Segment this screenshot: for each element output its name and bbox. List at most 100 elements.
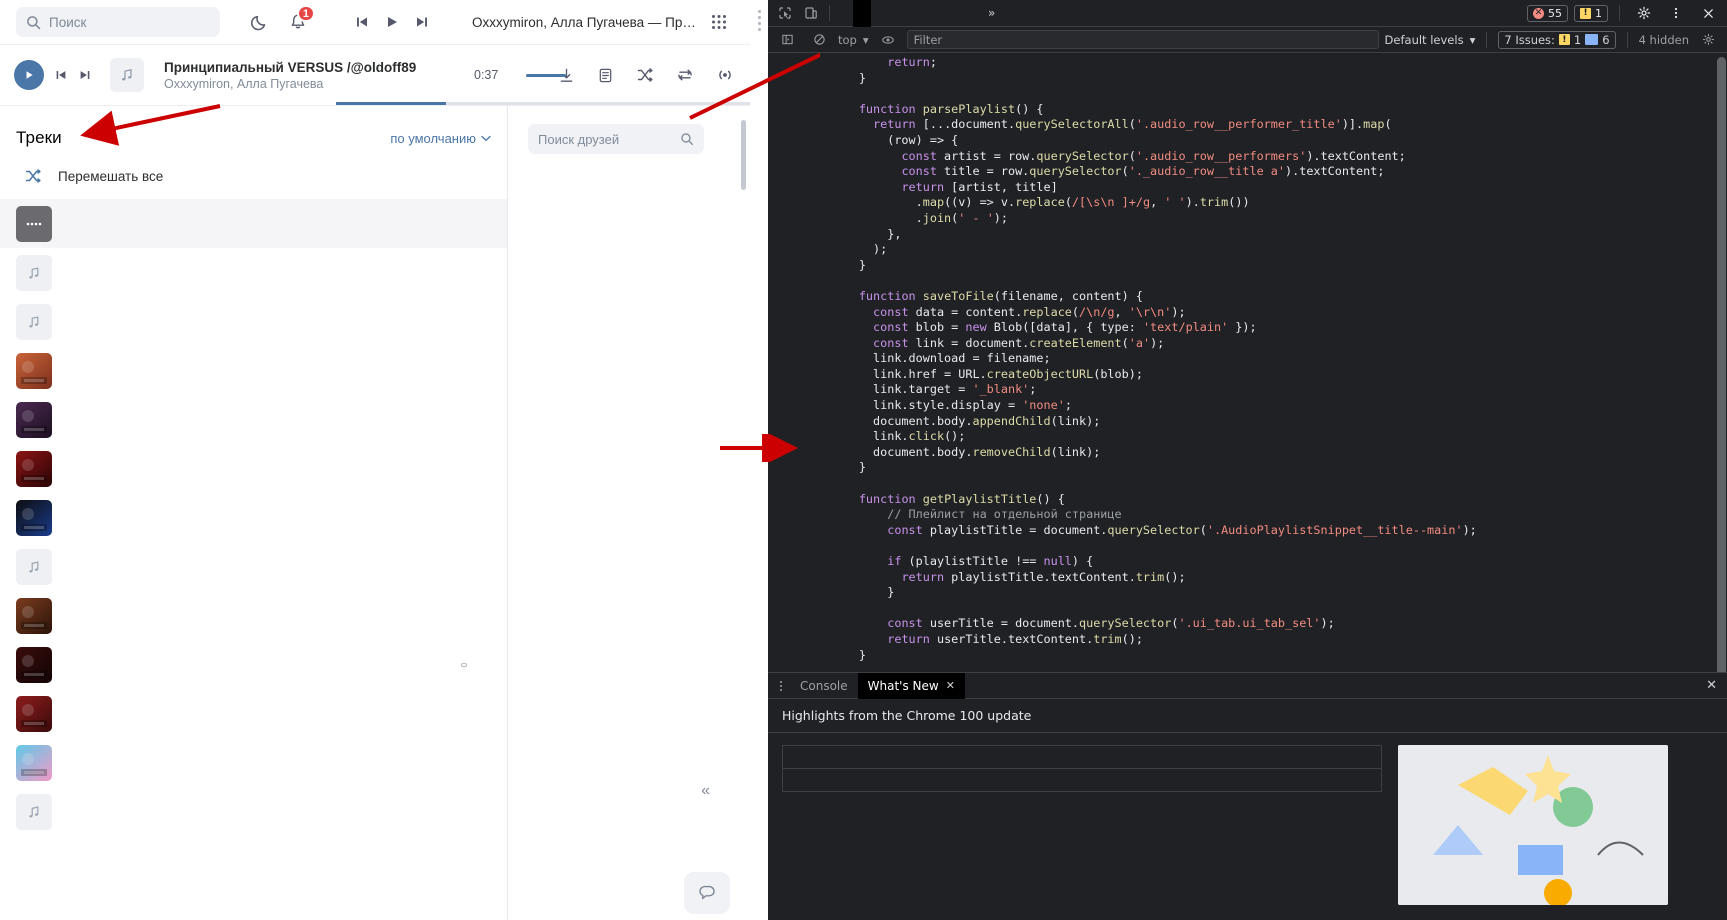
collapse-panel-icon[interactable]: « — [701, 782, 710, 800]
moon-icon[interactable] — [250, 12, 270, 32]
track-row[interactable] — [0, 346, 507, 395]
tab-sources[interactable] — [871, 0, 889, 27]
track-cover[interactable] — [16, 548, 52, 585]
track-cover[interactable] — [16, 450, 52, 487]
page-scrollbar[interactable] — [741, 120, 746, 190]
vk-top-bar: 1 Oxxxymiron, Алла Пугачева — Принци… — [0, 0, 750, 44]
issues-warning-count: 1 — [1573, 32, 1582, 47]
track-row[interactable] — [0, 640, 507, 689]
tab-memory[interactable] — [925, 0, 943, 27]
error-count-badge[interactable]: ✕ 55 — [1527, 4, 1568, 22]
player-play-button[interactable] — [14, 60, 44, 90]
search-input[interactable] — [49, 14, 210, 30]
console-sidebar-icon[interactable] — [774, 27, 800, 53]
prev-track-icon[interactable] — [354, 14, 370, 30]
friends-search-input[interactable] — [538, 131, 680, 147]
track-row[interactable] — [0, 395, 507, 444]
repeat-icon[interactable] — [676, 66, 694, 84]
track-row[interactable] — [0, 444, 507, 493]
explicit-badge — [461, 662, 467, 667]
shuffle-all-button[interactable]: Перемешать все — [0, 158, 507, 199]
track-row[interactable] — [0, 591, 507, 640]
tab-network[interactable] — [889, 0, 907, 27]
track-cover[interactable] — [16, 303, 52, 340]
shuffle-icon[interactable] — [636, 66, 654, 84]
bell-icon[interactable]: 1 — [288, 5, 315, 32]
console-toolbar: top ▾ Default levels ▾ 7 Issues: ! 1 6 — [768, 27, 1727, 53]
apps-grid-icon[interactable] — [710, 13, 728, 31]
console-scrollbar[interactable] — [1717, 57, 1726, 672]
screen-root: 1 Oxxxymiron, Алла Пугачева — Принци… — [0, 0, 1727, 920]
console-filter-input[interactable] — [913, 32, 1372, 47]
player-elapsed-time: 0:37 — [474, 68, 499, 82]
search-icon — [680, 132, 694, 146]
log-levels-dropdown[interactable]: Default levels — [1385, 33, 1464, 47]
track-cover[interactable] — [16, 793, 52, 830]
player-track-artist: Oxxxymiron, Алла Пугачева — [164, 76, 324, 91]
sort-dropdown[interactable]: по умолчанию — [390, 131, 491, 146]
close-icon[interactable] — [1695, 0, 1721, 26]
lyrics-icon[interactable] — [597, 67, 614, 84]
track-row[interactable] — [0, 787, 507, 836]
console-code-wrap: return; } function parsePlaylist() { ret… — [802, 53, 1727, 672]
track-cover[interactable] — [16, 744, 52, 781]
console-settings-gear-icon[interactable] — [1695, 27, 1721, 53]
tab-console[interactable] — [853, 0, 871, 27]
track-cover[interactable] — [16, 401, 52, 438]
track-cover[interactable] — [16, 695, 52, 732]
play-icon[interactable] — [384, 14, 400, 30]
more-tabs-icon[interactable]: » — [979, 0, 1004, 27]
hidden-messages-count: 4 hidden — [1638, 32, 1689, 47]
tab-application[interactable] — [943, 0, 961, 27]
chevron-down-icon[interactable]: ▾ — [863, 33, 869, 47]
track-cover[interactable] — [16, 646, 52, 683]
player-next-icon[interactable] — [78, 68, 92, 82]
chevron-down-icon[interactable]: ▾ — [1470, 33, 1476, 47]
track-progress-bar[interactable] — [336, 102, 750, 105]
error-icon: ✕ — [1533, 7, 1544, 19]
broadcast-icon[interactable] — [716, 66, 734, 84]
devtools-drag-rail[interactable] — [750, 0, 768, 920]
close-icon[interactable]: ✕ — [946, 673, 955, 699]
device-toolbar-icon[interactable] — [798, 0, 824, 26]
track-row[interactable] — [0, 493, 507, 542]
drawer-menu-icon[interactable] — [772, 680, 790, 692]
drawer-tab-whats-new[interactable]: What's New ✕ — [857, 672, 965, 699]
track-row[interactable] — [0, 542, 507, 591]
drawer-close-icon[interactable]: ✕ — [1706, 678, 1727, 693]
track-row[interactable] — [0, 248, 507, 297]
warning-icon: ! — [1558, 34, 1570, 45]
track-row[interactable] — [0, 689, 507, 738]
chat-button[interactable] — [684, 872, 730, 914]
shuffle-icon — [24, 167, 42, 185]
friends-search-box[interactable] — [528, 124, 704, 154]
audio-player-bar: Принципиальный VERSUS /@oldoff89 Oxxxymi… — [0, 44, 750, 106]
kebab-menu-icon[interactable] — [1663, 0, 1689, 26]
drawer-tab-console[interactable]: Console — [790, 673, 858, 699]
search-box[interactable] — [16, 7, 220, 37]
track-cover[interactable] — [16, 254, 52, 291]
console-output-area[interactable]: return; } function parsePlaylist() { ret… — [768, 53, 1727, 672]
track-cover[interactable] — [16, 597, 52, 634]
track-cover[interactable] — [16, 205, 52, 242]
track-cover[interactable] — [16, 352, 52, 389]
console-filter-box[interactable] — [906, 30, 1379, 49]
tab-performance[interactable] — [907, 0, 925, 27]
player-prev-icon[interactable] — [54, 68, 68, 82]
track-cover[interactable] — [16, 499, 52, 536]
devtools-panel: » ✕ 55 ! 1 top ▾ Filter Default levels ▾… — [750, 0, 1727, 920]
next-track-icon[interactable] — [414, 14, 430, 30]
player-track-title: Принципиальный VERSUS /@oldoff89 — [164, 59, 417, 75]
track-row[interactable] — [0, 297, 507, 346]
warning-count-badge[interactable]: ! 1 — [1574, 4, 1608, 22]
tab-elements[interactable] — [835, 0, 853, 27]
tab-lighthouse[interactable] — [961, 0, 979, 27]
gear-icon[interactable] — [1631, 0, 1657, 26]
eye-icon[interactable] — [875, 27, 901, 53]
inspect-element-icon[interactable] — [772, 0, 798, 26]
clear-console-icon[interactable] — [806, 27, 832, 53]
track-row[interactable] — [0, 738, 507, 787]
execution-context-selector[interactable]: top — [838, 33, 857, 47]
issues-badge[interactable]: 7 Issues: ! 1 6 — [1498, 30, 1616, 49]
track-row[interactable] — [0, 199, 507, 248]
